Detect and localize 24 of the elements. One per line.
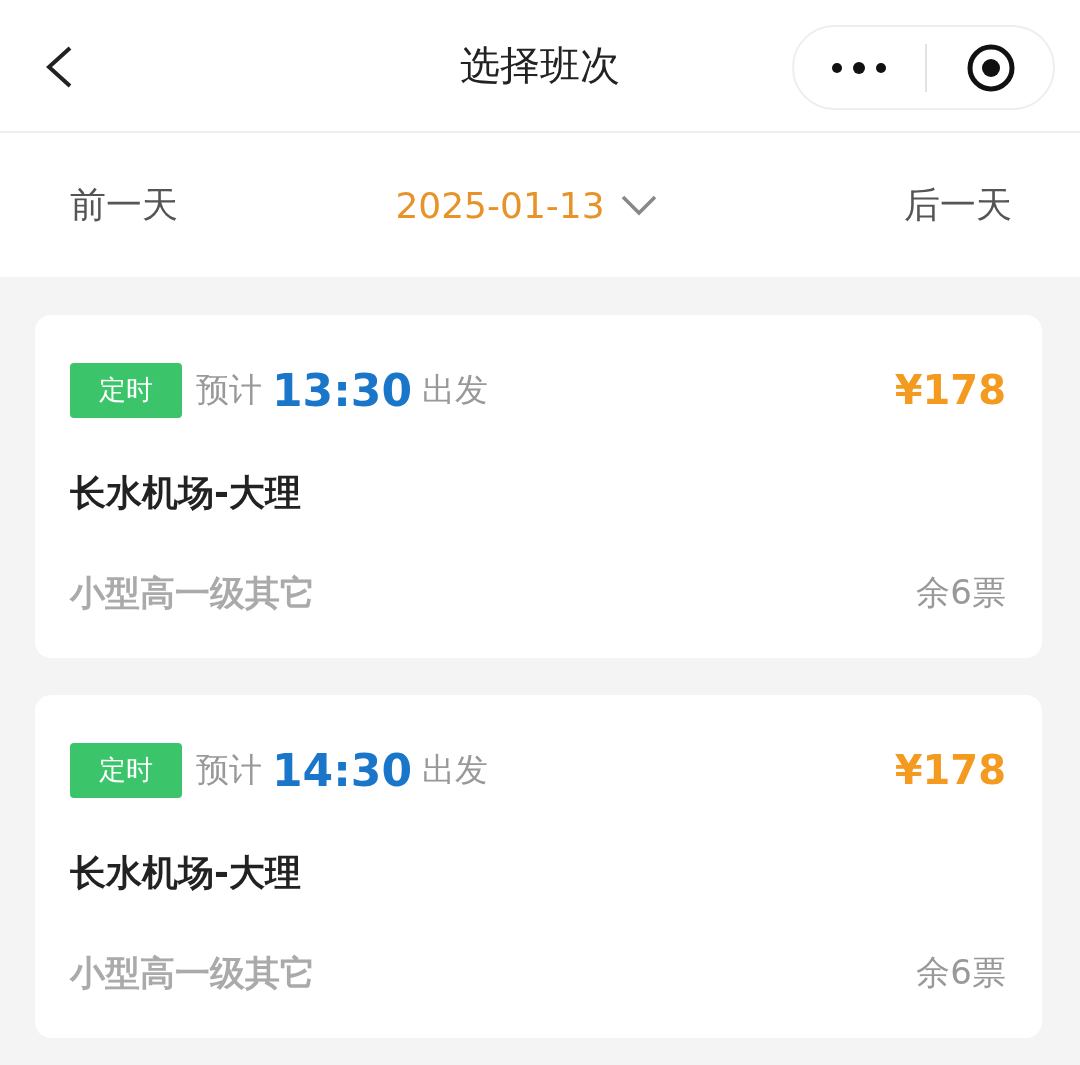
back-icon[interactable]: [44, 45, 74, 89]
route-name: 长水机场-大理: [70, 850, 301, 895]
departure-label: 出发: [422, 748, 489, 791]
ticket-price: ¥178: [894, 367, 1006, 413]
route-name: 长水机场-大理: [70, 470, 301, 515]
remaining-tickets: 余6票: [916, 571, 1006, 614]
next-day-link[interactable]: 后一天: [904, 180, 1012, 230]
previous-day-link[interactable]: 前一天: [70, 180, 178, 230]
vehicle-type: 小型高一级其它: [70, 571, 315, 615]
departure-label: 预计: [196, 368, 262, 411]
vehicle-type: 小型高一级其它: [70, 951, 315, 995]
departure-time: 13:30: [272, 364, 413, 416]
remaining-tickets: 余6票: [916, 951, 1006, 994]
schedule-tag: 定时: [70, 742, 182, 798]
trip-card[interactable]: 定时 预计 14:30 出发 ¥178 长水机场-大理 小型高一级其它 余6票: [35, 695, 1042, 1038]
ticket-price: ¥178: [894, 747, 1006, 793]
schedule-tag: 定时: [70, 362, 182, 418]
departure-label: 出发: [422, 368, 489, 411]
trip-card[interactable]: 定时 预计 13:30 出发 ¥178 长水机场-大理 小型高一级其它 余6票: [35, 315, 1042, 658]
window-title: 选择班次: [460, 41, 620, 90]
chevron-down-icon: [620, 194, 657, 216]
departure-time: 14:30: [272, 744, 413, 796]
more-icon[interactable]: [831, 61, 888, 74]
departure-label: 预计: [196, 748, 262, 791]
